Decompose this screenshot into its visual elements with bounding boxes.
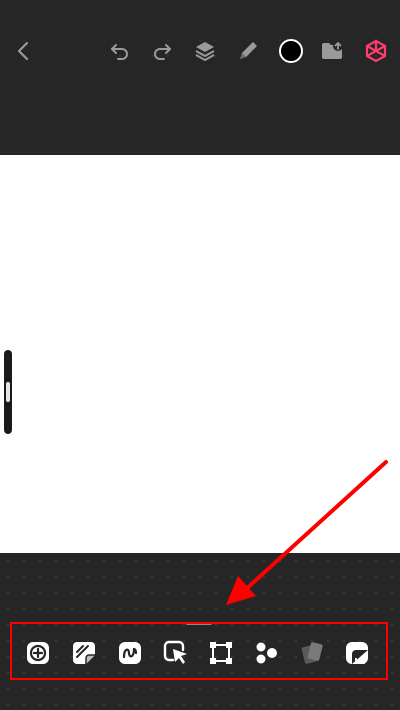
top-toolbar <box>0 0 400 155</box>
folder-upload-icon[interactable] <box>316 35 348 67</box>
side-handle-grip <box>6 382 10 402</box>
redo-icon[interactable] <box>146 35 178 67</box>
back-chevron-icon[interactable] <box>8 35 40 67</box>
side-panel-handle[interactable] <box>4 350 12 434</box>
cards-icon[interactable] <box>299 640 325 666</box>
sticker-icon[interactable] <box>71 640 97 666</box>
transform-frame-icon[interactable] <box>208 640 234 666</box>
drawing-canvas[interactable] <box>0 155 400 553</box>
layers-icon[interactable] <box>189 35 221 67</box>
tool-palette <box>10 622 388 680</box>
app-logo-icon[interactable] <box>360 35 392 67</box>
select-pointer-icon[interactable] <box>163 640 189 666</box>
squiggle-icon[interactable] <box>117 640 143 666</box>
add-icon[interactable] <box>25 640 51 666</box>
undo-icon[interactable] <box>104 35 136 67</box>
pen-icon[interactable] <box>232 35 264 67</box>
ruler-icon[interactable] <box>344 640 370 666</box>
shapes-icon[interactable] <box>253 640 279 666</box>
color-swatch[interactable] <box>275 35 307 67</box>
